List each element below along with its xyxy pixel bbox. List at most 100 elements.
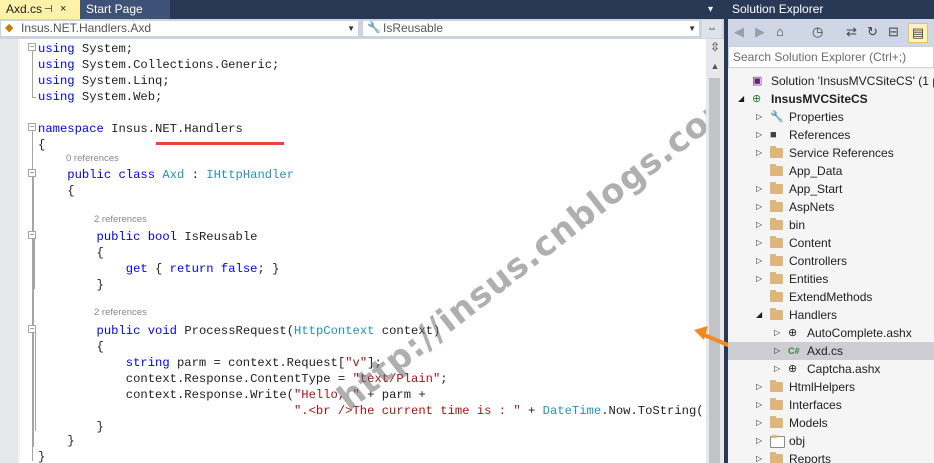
code-line[interactable]: using System.Collections.Generic;: [38, 57, 279, 73]
collapsed-arrow-icon[interactable]: ▷: [774, 342, 780, 360]
code-token: }: [38, 434, 75, 448]
tree-item-label: Axd.cs: [807, 344, 844, 358]
code-line[interactable]: public void ProcessRequest(HttpContext c…: [38, 323, 441, 339]
tree-item[interactable]: ▷ ⊕ Captcha.ashx: [728, 360, 934, 378]
navigation-sync-button[interactable]: ⇔: [702, 20, 722, 38]
collapsed-arrow-icon[interactable]: ▷: [756, 450, 762, 463]
code-line[interactable]: {: [38, 183, 74, 199]
close-icon[interactable]: ×: [60, 0, 66, 19]
collapsed-arrow-icon[interactable]: ▷: [756, 180, 762, 198]
tree-item[interactable]: ◢ ⊕ InsusMVCSiteCS: [728, 90, 934, 108]
code-line[interactable]: using System.Linq;: [38, 73, 170, 89]
collapsed-arrow-icon[interactable]: ▷: [756, 378, 762, 396]
code-line[interactable]: {: [38, 245, 104, 261]
tab-axd-cs[interactable]: Axd.cs ⊣ ×: [0, 0, 80, 19]
refresh-icon[interactable]: ↻: [867, 23, 878, 41]
code-line[interactable]: using System.Web;: [38, 89, 162, 105]
tree-item[interactable]: ▷ AspNets: [728, 198, 934, 216]
collapsed-arrow-icon[interactable]: ▷: [756, 252, 762, 270]
expanded-arrow-icon[interactable]: ◢: [738, 90, 744, 108]
folder-icon: [770, 236, 783, 248]
code-line[interactable]: string parm = context.Request["v"];: [38, 355, 382, 371]
code-editor[interactable]: − − − − − using System; using System.Coll…: [0, 39, 706, 463]
outline-guide: [35, 333, 36, 431]
pin-icon[interactable]: ⊣: [44, 0, 53, 19]
collapsed-arrow-icon[interactable]: ▷: [756, 144, 762, 162]
code-token: {: [38, 138, 46, 152]
tree-item[interactable]: ▷ Interfaces: [728, 396, 934, 414]
tree-item[interactable]: ▷ Entities: [728, 270, 934, 288]
tab-overflow-dropdown-icon[interactable]: ▾: [708, 0, 713, 19]
tree-item[interactable]: ▷ App_Start: [728, 180, 934, 198]
collapsed-arrow-icon[interactable]: ▷: [756, 198, 762, 216]
tree-item-label: Solution 'InsusMVCSiteCS' (1 proj: [771, 74, 934, 88]
solution-explorer-search[interactable]: Search Solution Explorer (Ctrl+;): [728, 46, 934, 68]
tree-item[interactable]: ▷ bin: [728, 216, 934, 234]
collapsed-arrow-icon[interactable]: ▷: [756, 216, 762, 234]
folder-icon: [770, 182, 783, 194]
code-line[interactable]: }: [38, 449, 45, 463]
back-icon[interactable]: ◀: [734, 23, 744, 41]
code-line[interactable]: ".<br />The current time is : " + DateTi…: [38, 403, 706, 419]
tree-item[interactable]: ▷ Service References: [728, 144, 934, 162]
collapsed-arrow-icon[interactable]: ▷: [774, 324, 780, 342]
collapse-toggle-icon[interactable]: −: [28, 43, 36, 51]
collapsed-arrow-icon[interactable]: ▷: [756, 432, 762, 450]
tree-item[interactable]: ▣ Solution 'InsusMVCSiteCS' (1 proj: [728, 72, 934, 90]
folder-icon: [770, 146, 783, 158]
collapsed-arrow-icon[interactable]: ▷: [756, 270, 762, 288]
collapsed-arrow-icon[interactable]: ▷: [774, 360, 780, 378]
code-line[interactable]: using System;: [38, 41, 133, 57]
history-icon[interactable]: ◷: [812, 23, 823, 41]
tab-start-page[interactable]: Start Page: [80, 0, 170, 19]
code-line[interactable]: {: [38, 339, 104, 355]
collapse-icon[interactable]: ⊟: [888, 23, 899, 41]
codelens-references[interactable]: 2 references: [94, 214, 147, 226]
tree-item[interactable]: ▷ obj: [728, 432, 934, 450]
tree-item[interactable]: ▷ Models: [728, 414, 934, 432]
members-dropdown[interactable]: 🔧 IsReusable ▼: [362, 20, 700, 37]
properties-icon[interactable]: ▤: [908, 23, 928, 43]
tree-item[interactable]: ▷ Reports: [728, 450, 934, 463]
code-line[interactable]: }: [38, 277, 104, 293]
tree-item[interactable]: ExtendMethods: [728, 288, 934, 306]
codelens-references[interactable]: 0 references: [66, 153, 119, 165]
tree-item[interactable]: ▷ HtmlHelpers: [728, 378, 934, 396]
scroll-up-icon[interactable]: ▲: [706, 58, 724, 74]
collapsed-arrow-icon[interactable]: ▷: [756, 108, 762, 126]
tree-item[interactable]: ▷ Content: [728, 234, 934, 252]
scrollbar-thumb[interactable]: [709, 78, 720, 463]
collapsed-arrow-icon[interactable]: ▷: [756, 234, 762, 252]
collapse-toggle-icon[interactable]: −: [28, 231, 36, 239]
types-dropdown[interactable]: ◆ Insus.NET.Handlers.Axd ▼: [0, 20, 359, 37]
code-line[interactable]: {: [38, 137, 45, 153]
collapse-toggle-icon[interactable]: −: [28, 169, 36, 177]
forward-icon[interactable]: ▶: [755, 23, 765, 41]
tree-item[interactable]: App_Data: [728, 162, 934, 180]
tree-item[interactable]: ▷ C# Axd.cs: [728, 342, 934, 360]
code-line[interactable]: namespace Insus.NET.Handlers: [38, 121, 243, 137]
code-line[interactable]: get { return false; }: [38, 261, 280, 277]
code-token: namespace: [38, 122, 104, 136]
collapsed-arrow-icon[interactable]: ▷: [756, 414, 762, 432]
types-dropdown-value: Insus.NET.Handlers.Axd: [21, 21, 152, 35]
tree-item[interactable]: ▷ Controllers: [728, 252, 934, 270]
code-line[interactable]: public class Axd : IHttpHandler: [38, 167, 294, 183]
collapse-toggle-icon[interactable]: −: [28, 123, 36, 131]
tree-item[interactable]: ▷ ■ References: [728, 126, 934, 144]
indicator-margin: [0, 39, 18, 463]
tree-item[interactable]: ▷ 🔧 Properties: [728, 108, 934, 126]
home-icon[interactable]: ⌂: [776, 23, 784, 41]
tree-item[interactable]: ◢ Handlers: [728, 306, 934, 324]
codelens-references[interactable]: 2 references: [94, 307, 147, 319]
collapsed-arrow-icon[interactable]: ▷: [756, 126, 762, 144]
split-window-icon[interactable]: ⇳: [706, 40, 724, 54]
code-line[interactable]: }: [38, 433, 75, 449]
collapsed-arrow-icon[interactable]: ▷: [756, 396, 762, 414]
code-token: false: [220, 262, 258, 276]
collapse-toggle-icon[interactable]: −: [28, 325, 36, 333]
sync-icon[interactable]: ⇄: [846, 23, 857, 41]
code-line[interactable]: public bool IsReusable: [38, 229, 258, 245]
tree-item[interactable]: ▷ ⊕ AutoComplete.ashx: [728, 324, 934, 342]
expanded-arrow-icon[interactable]: ◢: [756, 306, 762, 324]
